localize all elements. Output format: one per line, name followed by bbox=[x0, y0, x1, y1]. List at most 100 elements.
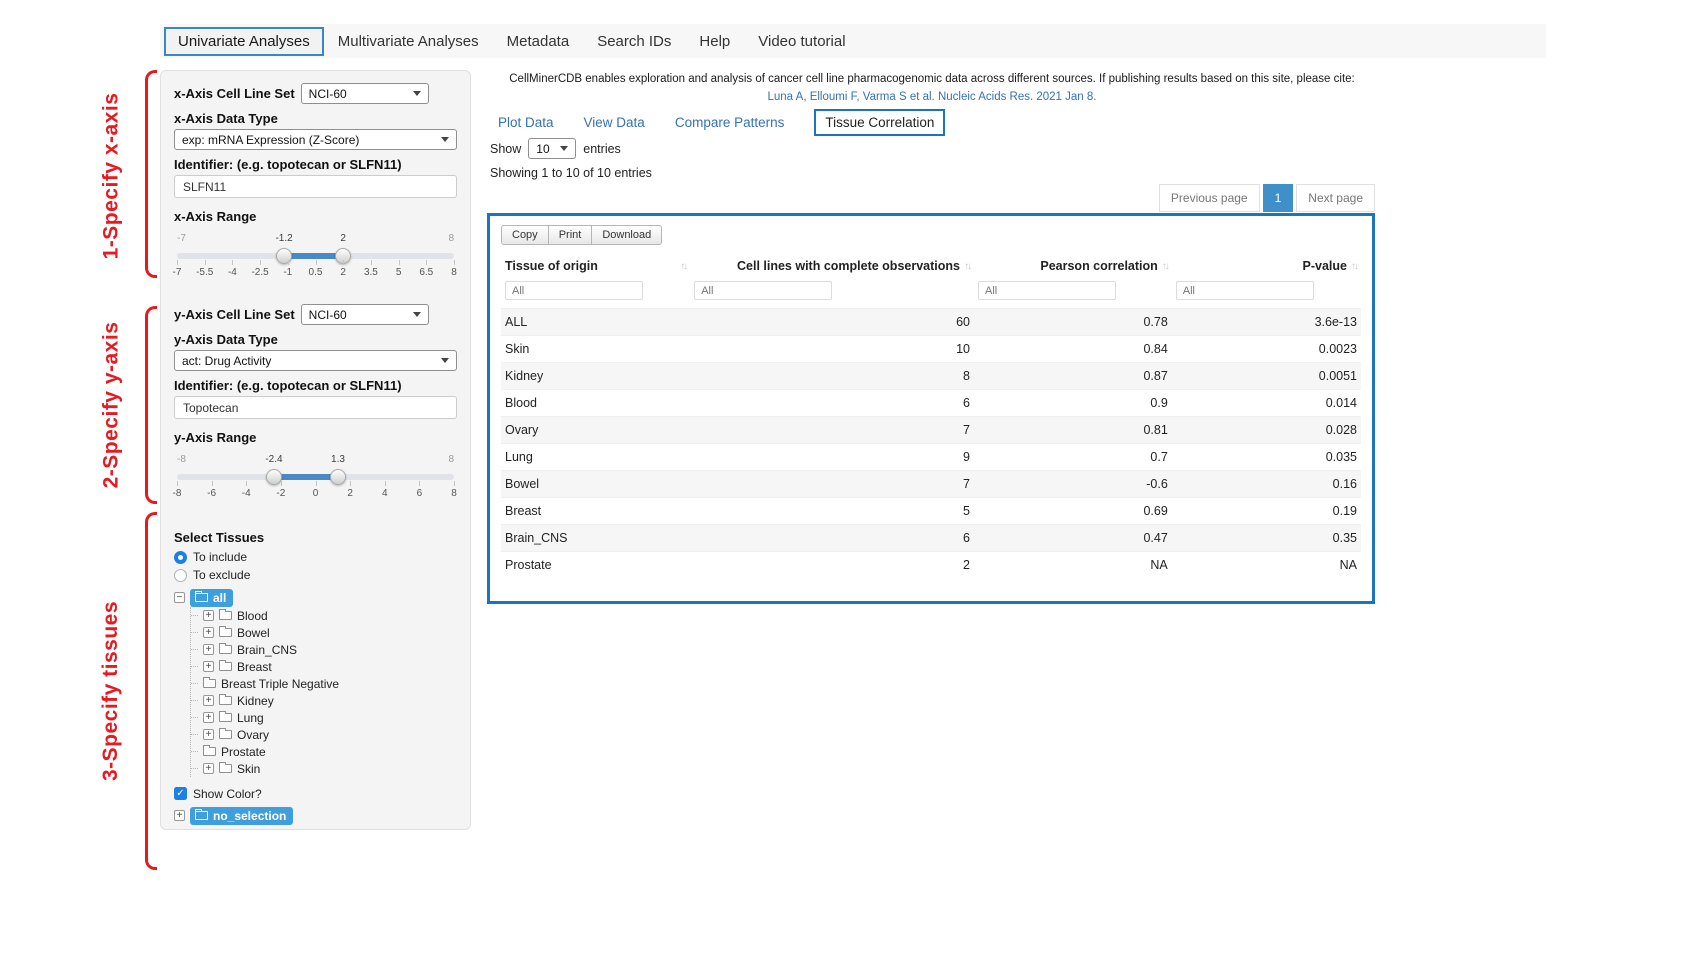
x-identifier-input[interactable] bbox=[174, 175, 457, 198]
table-cell: 0.014 bbox=[1172, 390, 1361, 417]
table-row[interactable]: Breast50.690.19 bbox=[501, 498, 1361, 525]
y-data-type-select[interactable]: act: Drug Activity bbox=[174, 350, 457, 371]
print-button[interactable]: Print bbox=[548, 225, 593, 245]
sort-icon[interactable]: ↑↓ bbox=[680, 261, 686, 272]
tree-item-brain-cns[interactable]: +Brain_CNS bbox=[191, 641, 457, 658]
tab-compare-patterns[interactable]: Compare Patterns bbox=[675, 115, 785, 130]
show-color-checkbox[interactable]: ✓ bbox=[174, 787, 187, 800]
column-filter-input[interactable] bbox=[978, 281, 1116, 300]
expand-icon[interactable]: + bbox=[174, 810, 185, 821]
tree-item-breast-triple-negative[interactable]: Breast Triple Negative bbox=[191, 675, 457, 692]
range-to-label: 2 bbox=[340, 233, 346, 244]
column-filter-input[interactable] bbox=[505, 281, 643, 300]
scale-label: 6 bbox=[417, 488, 423, 499]
nav-tab-search-ids[interactable]: Search IDs bbox=[583, 27, 685, 56]
column-header-pearson-correlation[interactable]: Pearson correlation↑↓ bbox=[974, 251, 1172, 279]
expand-icon[interactable]: + bbox=[203, 729, 214, 740]
table-row[interactable]: Lung90.70.035 bbox=[501, 444, 1361, 471]
slider-tick bbox=[399, 260, 400, 265]
tree-item-blood[interactable]: +Blood bbox=[191, 607, 457, 624]
tree-item-label: Lung bbox=[237, 711, 264, 725]
show-color-row[interactable]: ✓ Show Color? bbox=[174, 785, 457, 802]
tree-item-breast[interactable]: +Breast bbox=[191, 658, 457, 675]
scale-label: 3.5 bbox=[364, 267, 378, 278]
scale-label: 8 bbox=[451, 488, 457, 499]
expand-icon[interactable]: + bbox=[203, 644, 214, 655]
table-row[interactable]: Blood60.90.014 bbox=[501, 390, 1361, 417]
tree-item-prostate[interactable]: Prostate bbox=[191, 743, 457, 760]
x-cell-line-set-select[interactable]: NCI-60 bbox=[301, 83, 429, 104]
tree-node-no-selection-chip[interactable]: no_selection bbox=[190, 807, 293, 825]
copy-button[interactable]: Copy bbox=[501, 225, 549, 245]
table-row[interactable]: Skin100.840.0023 bbox=[501, 336, 1361, 363]
expand-icon[interactable]: + bbox=[203, 712, 214, 723]
next-page-button[interactable]: Next page bbox=[1296, 184, 1375, 212]
column-filter-input[interactable] bbox=[694, 281, 832, 300]
tab-tissue-correlation[interactable]: Tissue Correlation bbox=[814, 109, 945, 136]
nav-tab-univariate-analyses[interactable]: Univariate Analyses bbox=[164, 27, 324, 56]
expand-icon[interactable]: + bbox=[203, 661, 214, 672]
column-header-cell-lines-with-complete-observations[interactable]: Cell lines with complete observations↑↓ bbox=[690, 251, 974, 279]
tree-item-ovary[interactable]: +Ovary bbox=[191, 726, 457, 743]
table-cell: NA bbox=[1172, 552, 1361, 579]
tree-item-label: Kidney bbox=[237, 694, 274, 708]
include-radio[interactable] bbox=[174, 551, 187, 564]
slider-handle-from[interactable] bbox=[276, 248, 292, 264]
column-filter-input[interactable] bbox=[1176, 281, 1314, 300]
chevron-down-icon bbox=[413, 91, 421, 96]
y-cell-line-set-select[interactable]: NCI-60 bbox=[301, 304, 429, 325]
page-length-select[interactable]: 10 bbox=[528, 138, 576, 159]
current-page-button[interactable]: 1 bbox=[1263, 184, 1294, 212]
citation-link[interactable]: Luna A, Elloumi F, Varma S et al. Nuclei… bbox=[488, 89, 1376, 107]
tree-connector bbox=[191, 649, 198, 650]
x-data-type-select[interactable]: exp: mRNA Expression (Z-Score) bbox=[174, 129, 457, 150]
include-radio-row[interactable]: To include bbox=[174, 548, 457, 566]
slider-tick bbox=[232, 260, 233, 265]
sort-icon[interactable]: ↑↓ bbox=[1162, 261, 1168, 272]
download-button[interactable]: Download bbox=[591, 225, 662, 245]
table-row[interactable]: Bowel7-0.60.16 bbox=[501, 471, 1361, 498]
tissue-tree-children: +Blood+Bowel+Brain_CNS+BreastBreast Trip… bbox=[190, 607, 457, 777]
chevron-down-icon bbox=[441, 358, 449, 363]
y-identifier-input[interactable] bbox=[174, 396, 457, 419]
y-range-slider[interactable]: -88-2.41.3-8-6-4-202468 bbox=[177, 467, 454, 511]
nav-tab-video-tutorial[interactable]: Video tutorial bbox=[744, 27, 859, 56]
show-entries-row: Show 10 entries bbox=[490, 138, 621, 159]
nav-tab-multivariate-analyses[interactable]: Multivariate Analyses bbox=[324, 27, 493, 56]
annotation-y-axis: 2-Specify y-axis bbox=[88, 306, 134, 504]
table-row[interactable]: Ovary70.810.028 bbox=[501, 417, 1361, 444]
table-row[interactable]: Prostate2NANA bbox=[501, 552, 1361, 579]
sort-icon[interactable]: ↑↓ bbox=[964, 261, 970, 272]
exclude-radio-row[interactable]: To exclude bbox=[174, 566, 457, 584]
exclude-radio[interactable] bbox=[174, 569, 187, 582]
slider-tick bbox=[205, 260, 206, 265]
tree-item-lung[interactable]: + Lung bbox=[191, 709, 457, 726]
sort-icon[interactable]: ↑↓ bbox=[1351, 261, 1357, 272]
folder-icon bbox=[219, 645, 232, 654]
tree-node-no-selection[interactable]: + no_selection bbox=[174, 806, 457, 825]
table-row[interactable]: ALL600.783.6e-13 bbox=[501, 309, 1361, 336]
tree-node-all[interactable]: − all bbox=[174, 588, 457, 607]
expand-icon[interactable]: + bbox=[203, 695, 214, 706]
table-row[interactable]: Kidney80.870.0051 bbox=[501, 363, 1361, 390]
tree-node-all-chip[interactable]: all bbox=[190, 589, 233, 607]
slider-handle-from[interactable] bbox=[266, 469, 282, 485]
expand-icon[interactable]: + bbox=[203, 763, 214, 774]
collapse-icon[interactable]: − bbox=[174, 592, 185, 603]
x-range-slider[interactable]: -78-1.22-7-5.5-4-2.5-10.523.556.58 bbox=[177, 246, 454, 290]
expand-icon[interactable]: + bbox=[203, 627, 214, 638]
previous-page-button[interactable]: Previous page bbox=[1159, 184, 1260, 212]
column-header-p-value[interactable]: P-value↑↓ bbox=[1172, 251, 1361, 279]
tab-plot-data[interactable]: Plot Data bbox=[498, 115, 554, 130]
tree-item-skin[interactable]: +Skin bbox=[191, 760, 457, 777]
table-row[interactable]: Brain_CNS60.470.35 bbox=[501, 525, 1361, 552]
slider-handle-to[interactable] bbox=[330, 469, 346, 485]
scale-label: -1 bbox=[283, 267, 292, 278]
column-header-tissue-of-origin[interactable]: Tissue of origin↑↓ bbox=[501, 251, 690, 279]
tree-item-bowel[interactable]: +Bowel bbox=[191, 624, 457, 641]
tree-item-kidney[interactable]: + Kidney bbox=[191, 692, 457, 709]
nav-tab-metadata[interactable]: Metadata bbox=[493, 27, 584, 56]
expand-icon[interactable]: + bbox=[203, 610, 214, 621]
tab-view-data[interactable]: View Data bbox=[584, 115, 645, 130]
nav-tab-help[interactable]: Help bbox=[685, 27, 744, 56]
